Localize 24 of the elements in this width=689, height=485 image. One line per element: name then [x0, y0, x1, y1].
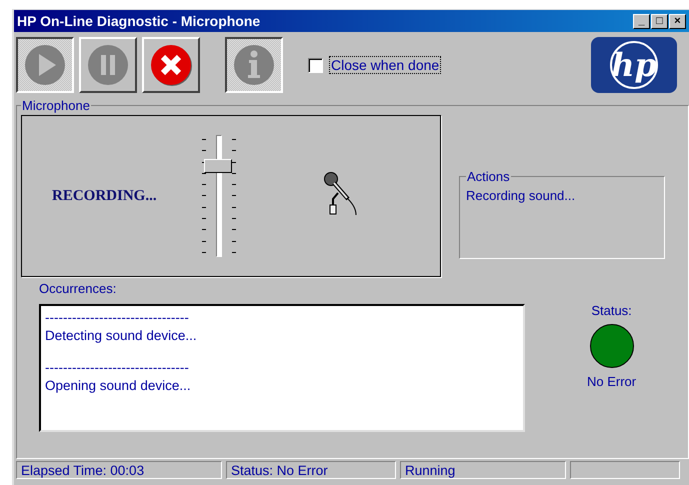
window-control-button[interactable]: _ [633, 14, 650, 28]
log-line: Opening sound device... [45, 378, 192, 393]
checkbox[interactable] [308, 58, 323, 72]
checkbox-label[interactable]: Close when done [329, 56, 442, 74]
window-title: HP On-Line Diagnostic - Microphone [17, 13, 260, 29]
stop-button[interactable] [142, 37, 200, 93]
log-separator: -------------------------------- [45, 360, 190, 375]
window-control-button[interactable]: × [669, 14, 686, 28]
group-title: Actions [466, 169, 511, 184]
status-label: Status: [591, 303, 632, 318]
volume-slider[interactable] [202, 135, 236, 257]
group-title: Microphone [21, 98, 91, 113]
slider-thumb[interactable] [204, 159, 232, 173]
occurrences-label: Occurrences: [39, 281, 118, 296]
status-pane: Running [400, 461, 566, 479]
recording-status: RECORDING... [52, 188, 158, 204]
logo: hp [591, 37, 677, 93]
status-pane: Elapsed Time: 00:03 [16, 461, 222, 479]
log-separator: -------------------------------- [45, 310, 190, 325]
status-text: No Error [587, 374, 636, 389]
status-pane: Status: No Error [226, 461, 396, 479]
log-line: Detecting sound device... [45, 328, 198, 343]
action-text: Recording sound... [466, 188, 576, 203]
window-control-button[interactable]: □ [651, 14, 668, 28]
